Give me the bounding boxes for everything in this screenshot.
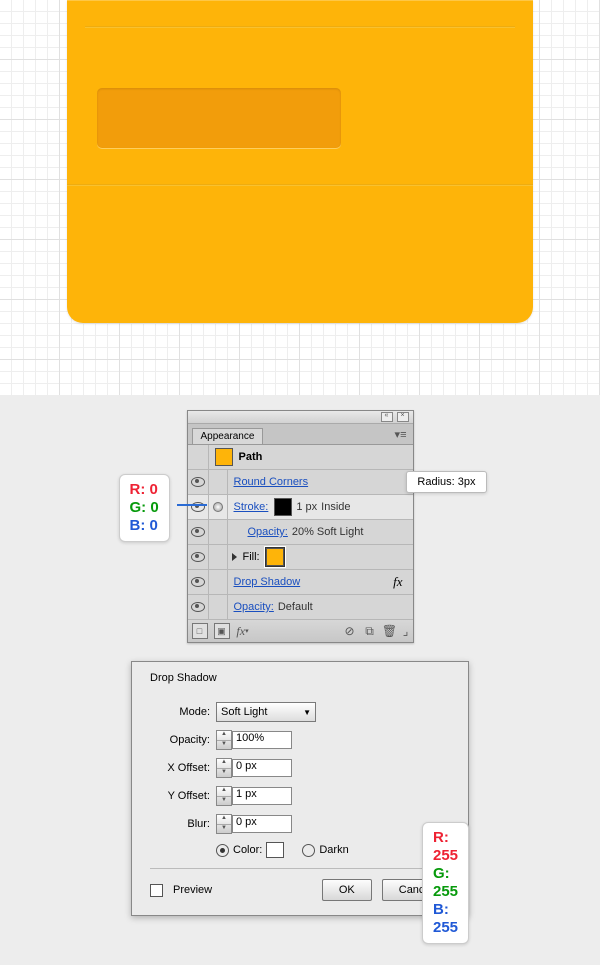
fill-color-swatch[interactable]	[266, 548, 284, 566]
panel-close-button[interactable]: ×	[397, 412, 409, 422]
default-opacity-link[interactable]: Opacity:	[228, 601, 274, 613]
resize-grip[interactable]: ⌟	[403, 624, 409, 638]
radius-callout: Radius: 3px	[406, 471, 486, 493]
fill-row[interactable]: Fill:	[188, 545, 413, 570]
eye-icon	[191, 602, 205, 612]
blur-stepper[interactable]: ▲▼	[216, 814, 232, 834]
stroke-color-swatch[interactable]	[274, 498, 292, 516]
path-label: Path	[233, 451, 263, 463]
ok-button[interactable]: OK	[322, 879, 372, 901]
stroke-row[interactable]: Stroke: 1 px Inside	[188, 495, 413, 520]
blur-label: Blur:	[150, 818, 210, 830]
stroke-width: 1 px	[292, 501, 317, 513]
xoffset-input[interactable]: 0 px	[232, 759, 292, 777]
visibility-toggle[interactable]	[188, 495, 209, 519]
yoffset-stepper[interactable]: ▲▼	[216, 786, 232, 806]
opacity-label: Opacity:	[150, 734, 210, 746]
visibility-toggle[interactable]	[188, 520, 209, 544]
xoffset-label: X Offset:	[150, 762, 210, 774]
path-swatch	[215, 448, 233, 466]
drop-shadow-link[interactable]: Drop Shadow	[228, 576, 301, 588]
opacity-stepper[interactable]: ▲▼	[216, 730, 232, 750]
shadow-r: R: 255	[433, 829, 458, 865]
envelope-fold-line	[67, 184, 533, 186]
mode-value: Soft Light	[221, 706, 267, 718]
eye-icon	[191, 477, 205, 487]
envelope-flap-line	[85, 26, 515, 28]
envelope-address-window	[97, 88, 341, 148]
preview-checkbox[interactable]	[150, 884, 163, 897]
fx-icon: fx	[393, 574, 402, 590]
eye-icon	[191, 552, 205, 562]
dialog-title: Drop Shadow	[150, 672, 450, 684]
visibility-toggle[interactable]	[188, 570, 209, 594]
stroke-opacity-link[interactable]: Opacity:	[242, 526, 288, 538]
stroke-b: B: 0	[130, 517, 159, 535]
new-art-toggle[interactable]: □	[192, 623, 208, 639]
blur-input[interactable]: 0 px	[232, 815, 292, 833]
visibility-toggle[interactable]	[188, 545, 209, 569]
drop-shadow-row[interactable]: Drop Shadow fx	[188, 570, 413, 595]
illustrator-canvas[interactable]	[0, 0, 600, 395]
darkness-radio[interactable]	[302, 844, 315, 857]
trash-icon[interactable]: 🗑	[383, 624, 397, 638]
color-radio[interactable]	[216, 844, 229, 857]
stroke-r: R: 0	[130, 481, 159, 499]
panel-tab-row: Appearance ▾≡	[188, 424, 413, 445]
appearance-footer: □ ▣ fx▾ ⊘ ⧉ 🗑 ⌟	[188, 620, 413, 642]
panel-collapse-button[interactable]: «	[381, 412, 393, 422]
shadow-g: G: 255	[433, 865, 458, 901]
path-row[interactable]: Path	[188, 445, 413, 470]
new-stroke-button[interactable]: ▣	[214, 623, 230, 639]
yoffset-label: Y Offset:	[150, 790, 210, 802]
mode-select[interactable]: Soft Light ▼	[216, 702, 316, 722]
panel-topbar: « ×	[188, 411, 413, 424]
round-corners-link[interactable]: Round Corners	[228, 476, 309, 488]
visibility-col	[188, 445, 209, 469]
stroke-target[interactable]	[209, 495, 228, 519]
round-corners-row[interactable]: Round Corners	[188, 470, 413, 495]
shadow-rgb-callout: R: 255 G: 255 B: 255	[422, 822, 469, 944]
callout-connector	[177, 504, 207, 506]
opacity-input[interactable]: 100%	[232, 731, 292, 749]
dialog-divider	[150, 868, 450, 869]
add-effect-button[interactable]: fx▾	[236, 624, 250, 638]
visibility-toggle[interactable]	[188, 470, 209, 494]
appearance-tab[interactable]: Appearance	[192, 428, 264, 444]
appearance-panel-wrap: R: 0 G: 0 B: 0 Radius: 3px « × Appearanc…	[187, 410, 414, 643]
eye-icon	[191, 527, 205, 537]
default-opacity-row[interactable]: Opacity: Default	[188, 595, 413, 620]
target-col[interactable]	[209, 470, 228, 494]
appearance-panel[interactable]: Radius: 3px « × Appearance ▾≡ Path Round…	[187, 410, 414, 643]
shadow-b: B: 255	[433, 901, 458, 937]
stroke-opacity-value: 20% Soft Light	[288, 526, 364, 538]
xoffset-stepper[interactable]: ▲▼	[216, 758, 232, 778]
panels-area: R: 0 G: 0 B: 0 Radius: 3px « × Appearanc…	[0, 395, 600, 936]
stroke-link[interactable]: Stroke:	[228, 501, 269, 513]
yoffset-input[interactable]: 1 px	[232, 787, 292, 805]
preview-label: Preview	[173, 884, 212, 896]
dropdown-arrow-icon: ▼	[303, 708, 311, 717]
stroke-align: Inside	[317, 501, 350, 513]
stroke-rgb-callout: R: 0 G: 0 B: 0	[119, 474, 170, 542]
darkness-label: Darkn	[319, 844, 348, 856]
stroke-opacity-row[interactable]: Opacity: 20% Soft Light	[188, 520, 413, 545]
eye-icon	[191, 577, 205, 587]
duplicate-icon[interactable]: ⧉	[363, 624, 377, 638]
envelope-shape	[67, 0, 533, 323]
drop-shadow-dialog[interactable]: Drop Shadow Mode: Soft Light ▼ Opacity: …	[131, 661, 469, 916]
mode-label: Mode:	[150, 706, 210, 718]
color-label: Color:	[233, 844, 262, 856]
visibility-toggle[interactable]	[188, 595, 209, 619]
clear-icon[interactable]: ⊘	[343, 624, 357, 638]
target-icon	[213, 502, 223, 512]
shadow-color-swatch[interactable]	[266, 842, 284, 858]
stroke-g: G: 0	[130, 499, 159, 517]
default-opacity-value: Default	[274, 601, 313, 613]
fill-label: Fill:	[237, 551, 260, 563]
panel-menu-icon[interactable]: ▾≡	[395, 428, 407, 441]
